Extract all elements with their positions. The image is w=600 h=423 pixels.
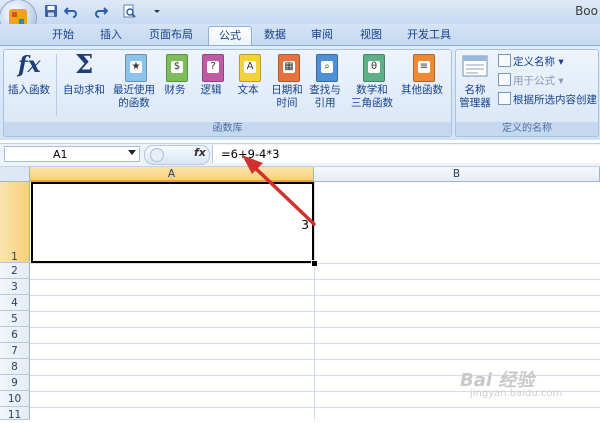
row-header-11[interactable]: 11 bbox=[0, 407, 30, 421]
financial-button[interactable]: $ 财务 bbox=[160, 52, 190, 97]
insert-function-fx-icon[interactable]: fx bbox=[194, 146, 206, 159]
button-label: 最近使用 bbox=[113, 84, 155, 96]
button-label: 财务 bbox=[164, 84, 186, 96]
tab-page-layout[interactable]: 页面布局 bbox=[140, 26, 202, 44]
divider bbox=[56, 54, 57, 116]
recently-used-button[interactable]: ★ 最近使用 的函数 bbox=[110, 52, 158, 110]
gridline bbox=[30, 279, 600, 280]
row-header-4[interactable]: 4 bbox=[0, 295, 30, 311]
sigma-icon: Σ bbox=[75, 50, 94, 80]
tab-insert[interactable]: 插入 bbox=[92, 26, 130, 44]
fx-icon: fx bbox=[18, 52, 41, 78]
name-box[interactable]: A1 bbox=[4, 146, 140, 162]
row-header-1[interactable]: 1 bbox=[0, 182, 30, 263]
undo-icon[interactable] bbox=[63, 4, 78, 18]
tab-developer[interactable]: 开发工具 bbox=[400, 26, 458, 44]
gridline bbox=[30, 295, 600, 296]
row-header-10[interactable]: 10 bbox=[0, 391, 30, 407]
row-header-3[interactable]: 3 bbox=[0, 279, 30, 295]
button-label: 管理器 bbox=[459, 97, 491, 109]
item-label: 用于公式 bbox=[513, 75, 555, 87]
button-label: 文本 bbox=[237, 84, 259, 96]
fill-handle[interactable] bbox=[311, 260, 318, 267]
lookup-reference-button[interactable]: ⌕ 查找与 引用 bbox=[306, 52, 344, 110]
logical-button[interactable]: ? 逻辑 bbox=[196, 52, 226, 97]
button-label: 自动求和 bbox=[63, 84, 105, 96]
book-star-icon: ★ bbox=[119, 52, 149, 82]
group-label: 定义的名称 bbox=[456, 122, 598, 136]
ribbon-tabs bbox=[0, 24, 600, 46]
group-label: 函数库 bbox=[4, 122, 451, 136]
redo-icon[interactable] bbox=[94, 4, 109, 18]
row-header-8[interactable]: 8 bbox=[0, 359, 30, 375]
button-label: 三角函数 bbox=[351, 97, 393, 109]
row-header-2[interactable]: 2 bbox=[0, 263, 30, 279]
tab-review[interactable]: 审阅 bbox=[305, 26, 339, 44]
title-bar bbox=[0, 0, 600, 24]
row-header-9[interactable]: 9 bbox=[0, 375, 30, 391]
row-header-6[interactable]: 6 bbox=[0, 327, 30, 343]
gridline bbox=[30, 311, 600, 312]
insert-function-button[interactable]: fx 插入函数 bbox=[4, 52, 54, 97]
column-header-b[interactable]: B bbox=[314, 167, 600, 182]
button-label: 的函数 bbox=[118, 97, 150, 109]
tab-view[interactable]: 视图 bbox=[354, 26, 388, 44]
tab-home[interactable]: 开始 bbox=[44, 26, 82, 44]
use-in-formula-button[interactable]: 用于公式 ▾ bbox=[498, 73, 564, 87]
gridline bbox=[30, 407, 600, 408]
book-question-icon: ? bbox=[196, 52, 226, 82]
define-name-icon bbox=[498, 54, 511, 67]
select-all-corner[interactable] bbox=[0, 167, 30, 182]
button-label: 插入函数 bbox=[8, 84, 50, 96]
button-label: 逻辑 bbox=[200, 84, 222, 96]
save-icon[interactable] bbox=[44, 4, 58, 18]
book-finance-icon: $ bbox=[160, 52, 190, 82]
gridline bbox=[30, 327, 600, 328]
math-trig-button[interactable]: θ 数学和 三角函数 bbox=[348, 52, 396, 110]
text-button[interactable]: A 文本 bbox=[232, 52, 264, 97]
button-label: 名称 bbox=[464, 84, 486, 96]
row-header-5[interactable]: 5 bbox=[0, 311, 30, 327]
chevron-down-icon[interactable] bbox=[128, 150, 136, 155]
create-from-selection-button[interactable]: 根据所选内容创建 bbox=[498, 92, 597, 106]
tab-data[interactable]: 数据 bbox=[258, 26, 292, 44]
book-more-icon: ≡ bbox=[407, 52, 437, 82]
autosum-button[interactable]: Σ 自动求和 bbox=[60, 50, 108, 97]
button-label: 其他函数 bbox=[401, 84, 443, 96]
more-functions-button[interactable]: ≡ 其他函数 bbox=[398, 52, 446, 97]
gridline bbox=[30, 343, 600, 344]
button-label: 时间 bbox=[276, 97, 298, 109]
print-preview-icon[interactable] bbox=[122, 4, 136, 18]
book-text-icon: A bbox=[233, 52, 263, 82]
annotation-arrow-icon bbox=[242, 155, 316, 226]
formula-grip-icon bbox=[150, 148, 164, 162]
button-label: 查找与 bbox=[309, 84, 341, 96]
date-time-button[interactable]: ▦ 日期和 时间 bbox=[268, 52, 306, 110]
watermark-url: jingyan.baidu.com bbox=[470, 388, 563, 399]
window-title: Boo bbox=[575, 4, 598, 18]
tab-formulas[interactable]: 公式 bbox=[208, 26, 252, 46]
item-label: 定义名称 bbox=[513, 56, 555, 68]
define-name-button[interactable]: 定义名称 ▾ bbox=[498, 54, 564, 68]
book-search-icon: ⌕ bbox=[310, 52, 340, 82]
book-calendar-icon: ▦ bbox=[272, 52, 302, 82]
customize-qat-icon[interactable] bbox=[150, 4, 160, 18]
gridline bbox=[30, 359, 600, 360]
create-from-selection-icon bbox=[498, 92, 511, 105]
button-label: 日期和 bbox=[271, 84, 303, 96]
book-theta-icon: θ bbox=[357, 52, 387, 82]
button-label: 引用 bbox=[314, 97, 336, 109]
use-in-formula-icon bbox=[498, 73, 511, 86]
row-header-7[interactable]: 7 bbox=[0, 343, 30, 359]
button-label: 数学和 bbox=[356, 84, 388, 96]
name-manager-button[interactable]: 名称 管理器 bbox=[457, 52, 493, 110]
name-manager-icon bbox=[460, 52, 490, 82]
item-label: 根据所选内容创建 bbox=[513, 94, 597, 106]
